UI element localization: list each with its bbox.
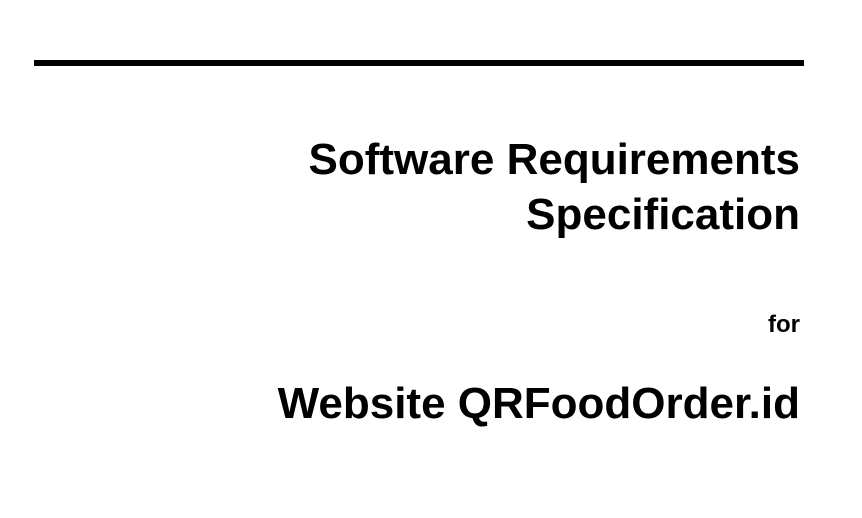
document-title: Software Requirements Specification xyxy=(309,132,800,242)
title-line-2: Specification xyxy=(526,190,800,239)
title-line-1: Software Requirements xyxy=(308,135,800,184)
top-horizontal-rule xyxy=(34,60,804,66)
for-label: for xyxy=(768,311,800,338)
product-name: Website QRFoodOrder.id xyxy=(277,379,800,428)
